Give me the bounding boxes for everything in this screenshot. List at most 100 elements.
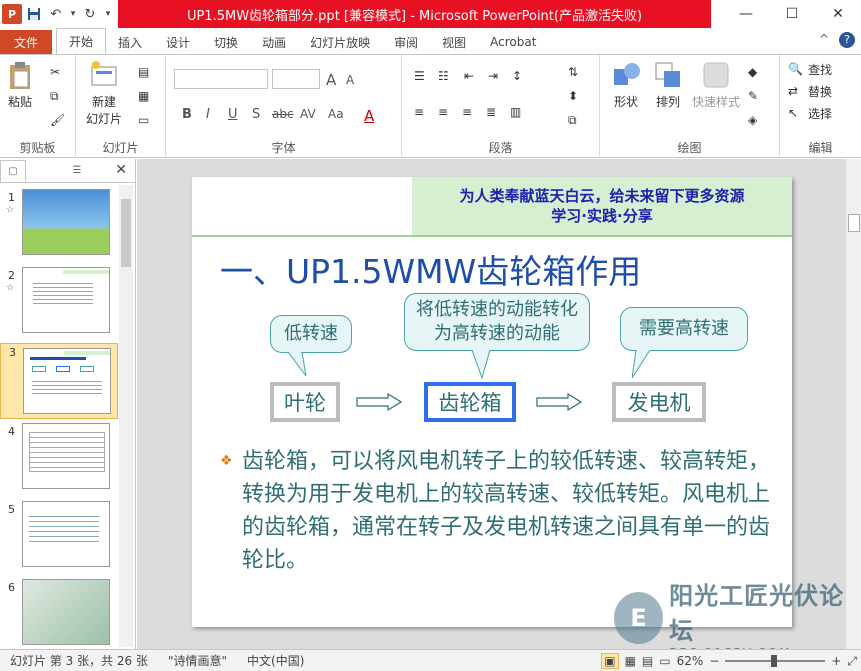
align-right-icon[interactable]: ≡ [462,105,478,121]
tab-insert[interactable]: 插入 [106,30,154,54]
justify-icon[interactable]: ≣ [486,105,502,121]
tab-animations[interactable]: 动画 [250,30,298,54]
panel-scrollbar[interactable] [119,185,133,647]
decrease-indent-icon[interactable]: ⇤ [464,69,480,85]
tab-acrobat[interactable]: Acrobat [478,30,548,54]
redo-icon[interactable]: ↻ [80,4,100,24]
maximize-button[interactable]: ☐ [769,0,815,28]
panel-scroll-thumb[interactable] [121,199,131,267]
reading-view-icon[interactable]: ▤ [642,654,653,668]
layout-icon[interactable]: ▤ [138,65,154,81]
replace-button[interactable]: ⇄ 替换 [788,83,832,100]
powerpoint-app-icon[interactable]: P [2,4,22,24]
zoom-out-button[interactable]: − [709,654,719,668]
find-button[interactable]: 🔍 查找 [788,61,832,78]
slide-thumbnail-4[interactable]: 4 [0,423,118,499]
slide-thumbnail-2[interactable]: 2 ☆ [0,267,118,343]
align-text-icon[interactable]: ⬍ [568,89,584,105]
tab-slideshow[interactable]: 幻灯片放映 [298,30,382,54]
slide-sorter-icon[interactable]: ▦ [625,654,636,668]
save-icon[interactable] [24,4,44,24]
undo-icon[interactable]: ↶ [46,4,66,24]
font-family-dropdown[interactable] [174,69,268,89]
box-gearbox[interactable]: 齿轮箱 [424,382,516,422]
arrange-button[interactable]: 排列 [652,59,684,110]
reset-icon[interactable]: ▦ [138,89,154,105]
close-panel-icon[interactable]: ✕ [115,162,127,178]
new-slide-button[interactable]: 新建 幻灯片 [86,59,122,127]
help-icon[interactable]: ? [839,32,855,48]
slideshow-icon[interactable]: ▭ [659,654,670,668]
copy-icon[interactable]: ⧉ [50,89,66,105]
change-case-button[interactable]: Aa [328,107,344,121]
italic-button[interactable]: I [206,107,210,122]
font-color-button[interactable]: A [364,107,374,125]
shape-fill-icon[interactable]: ◆ [748,65,764,81]
slide-title[interactable]: 一、UP1.5WMW齿轮箱作用 [220,245,641,293]
slide-thumbnail-5[interactable]: 5 [0,501,118,577]
tab-transitions[interactable]: 切换 [202,30,250,54]
slides-tab-icon[interactable]: ▢ [0,159,26,182]
shape-outline-icon[interactable]: ✎ [748,89,764,105]
language-indicator[interactable]: 中文(中国) [237,652,314,669]
columns-icon[interactable]: ▥ [510,105,526,121]
underline-button[interactable]: U [228,107,238,122]
undo-dropdown-icon[interactable]: ▾ [68,4,78,24]
minimize-ribbon-icon[interactable]: ^ [819,32,829,48]
align-center-icon[interactable]: ≡ [438,105,454,121]
increase-indent-icon[interactable]: ⇥ [488,69,504,85]
minimize-button[interactable]: — [723,0,769,28]
strikethrough-button[interactable]: abc [272,107,294,121]
zoom-slider[interactable] [725,655,826,667]
callout-conversion[interactable]: 将低转速的动能转化为高转速的动能 [404,293,590,351]
bullets-icon[interactable]: ☰ [414,69,430,85]
zoom-in-button[interactable]: + [831,654,841,668]
slide-thumbnail-1[interactable]: 1 ☆ [0,189,118,265]
thumb-preview [22,189,110,255]
tab-view[interactable]: 视图 [430,30,478,54]
tab-file[interactable]: 文件 [0,30,52,54]
zoom-level[interactable]: 62% [677,654,704,668]
callout-high-speed[interactable]: 需要高转速 [620,307,748,351]
numbering-icon[interactable]: ☷ [438,69,454,85]
shape-button[interactable]: 形状 [610,59,642,110]
tab-design[interactable]: 设计 [154,30,202,54]
box-generator[interactable]: 发电机 [612,382,706,422]
section-icon[interactable]: ▭ [138,113,154,129]
tab-home[interactable]: 开始 [56,28,107,54]
select-button[interactable]: ↖ 选择 [788,105,832,122]
shadow-button[interactable]: S [252,107,260,122]
tab-review[interactable]: 审阅 [382,30,430,54]
text-direction-icon[interactable]: ⇅ [568,65,584,81]
close-button[interactable]: ✕ [815,0,861,28]
quick-style-button[interactable]: 快速样式 [692,59,740,110]
customize-qat-icon[interactable]: ▾ [102,4,114,24]
outline-tab-icon[interactable]: ☰ [64,160,90,182]
editor-scroll-thumb[interactable] [848,214,860,232]
align-left-icon[interactable]: ≡ [414,105,430,121]
banner-divider [192,235,792,237]
cut-icon[interactable]: ✂ [50,65,66,81]
editor-scrollbar[interactable] [845,159,861,649]
line-spacing-icon[interactable]: ↕ [512,69,528,85]
shape-effects-icon[interactable]: ◈ [748,113,764,129]
shrink-font-button[interactable]: A [346,73,354,87]
slide-thumbnail-6[interactable]: 6 [0,579,118,655]
paste-button[interactable]: 粘贴 [4,59,36,110]
slide-body-text[interactable]: ❖ 齿轮箱，可以将风电机转子上的较低转速、较高转矩，转换为用于发电机上的较高转速… [220,445,780,577]
theme-name[interactable]: "诗情画意" [158,652,237,669]
slide-thumbnail-3[interactable]: 3 [0,343,118,419]
fit-to-window-icon[interactable]: ⤢ [847,654,857,669]
zoom-slider-knob[interactable] [771,655,778,667]
normal-view-icon[interactable]: ▣ [601,653,619,669]
char-spacing-button[interactable]: AV [300,107,316,121]
bold-button[interactable]: B [182,107,192,122]
smartart-icon[interactable]: ⧉ [568,113,584,129]
slide-canvas[interactable]: 为人类奉献蓝天白云，给未来留下更多资源 学习·实践·分享 一、UP1.5WMW齿… [192,177,792,627]
grow-font-button[interactable]: A [326,71,336,89]
ribbon: 粘贴 ✂ ⧉ 🖌 剪贴板 新建 幻灯片 ▤ ▦ ▭ 幻灯片 A A B I U … [0,54,861,158]
font-size-dropdown[interactable] [272,69,320,89]
callout-low-speed[interactable]: 低转速 [270,315,352,353]
format-painter-icon[interactable]: 🖌 [50,113,66,129]
box-rotor[interactable]: 叶轮 [270,382,340,422]
